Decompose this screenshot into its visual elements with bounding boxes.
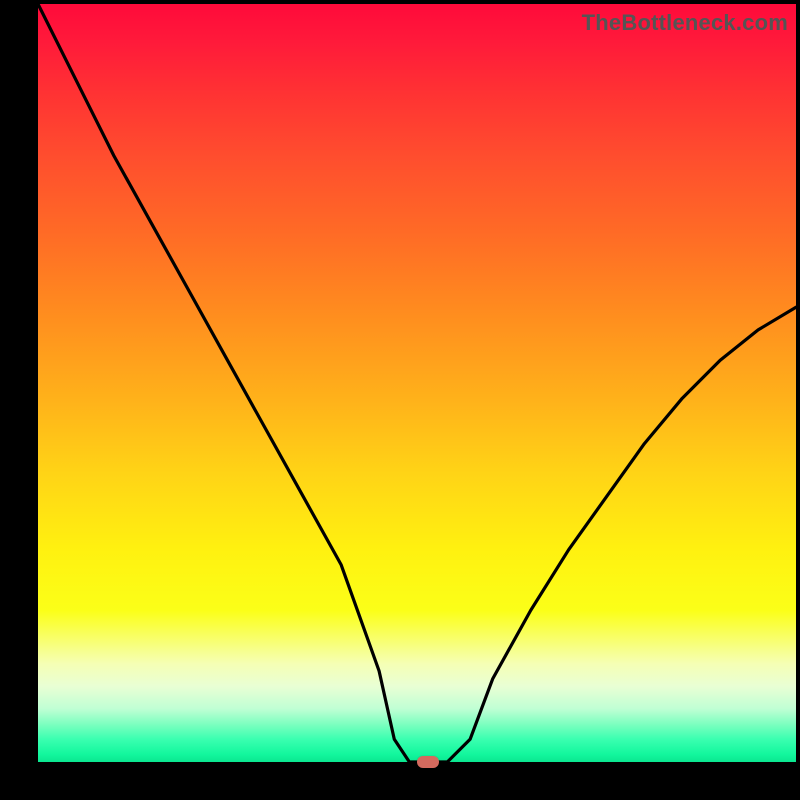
bottleneck-curve [38, 4, 796, 762]
minimum-marker [417, 756, 439, 768]
chart-stage: TheBottleneck.com [0, 0, 800, 800]
plot-area: TheBottleneck.com [38, 4, 796, 762]
